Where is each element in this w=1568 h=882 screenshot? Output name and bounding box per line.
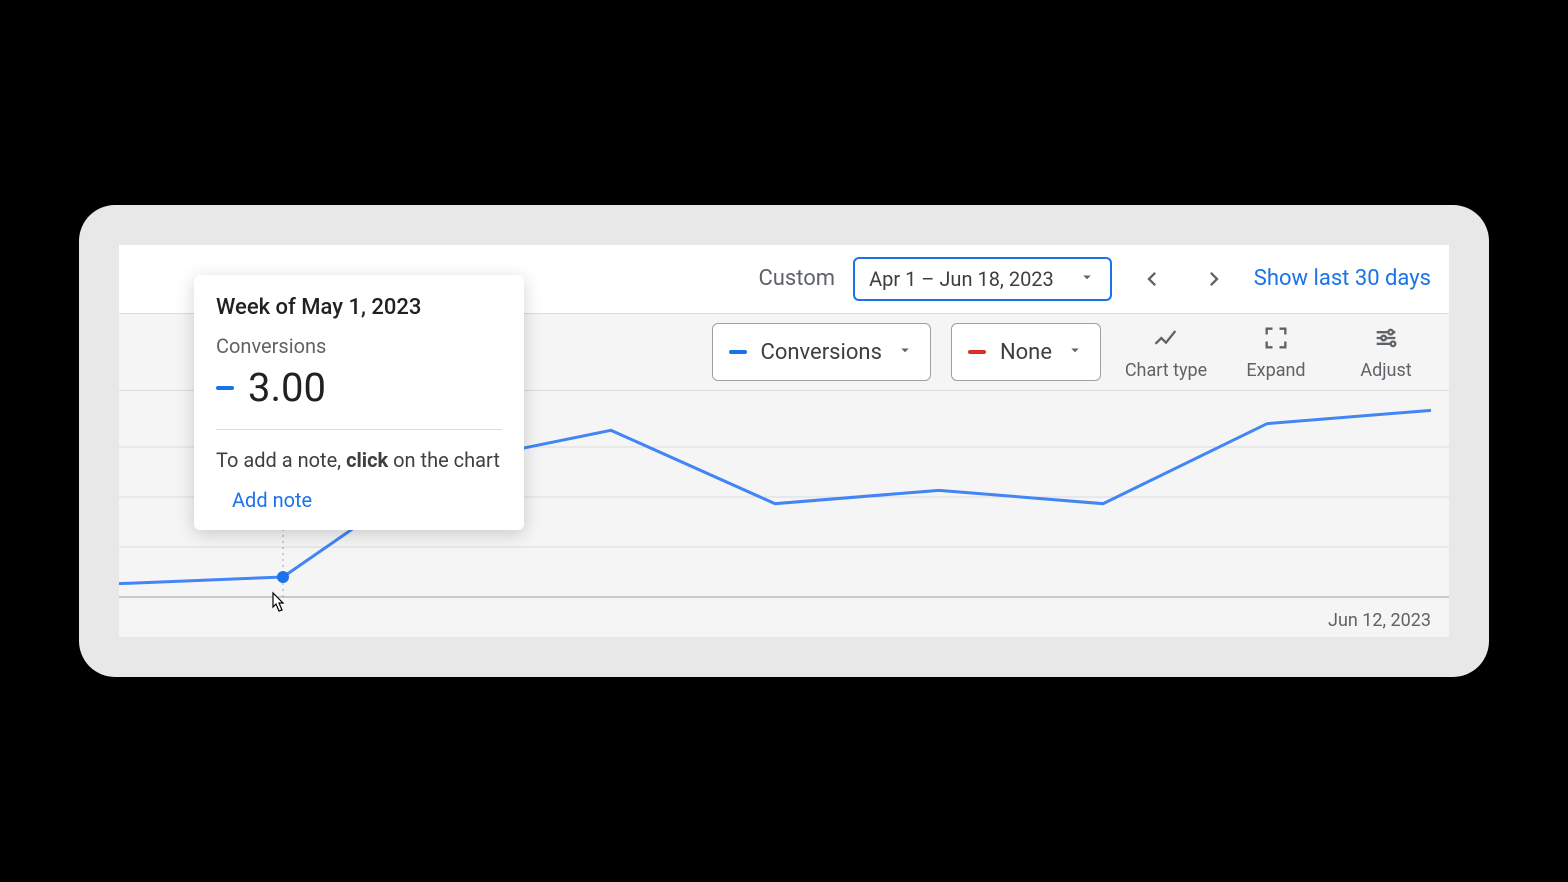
custom-label: Custom bbox=[758, 266, 835, 291]
metric-2-label: None bbox=[1000, 340, 1052, 365]
adjust-button[interactable]: Adjust bbox=[1341, 324, 1431, 381]
show-last-30-days-link[interactable]: Show last 30 days bbox=[1254, 266, 1431, 291]
tooltip-metric-name: Conversions bbox=[216, 334, 502, 358]
next-period-button[interactable] bbox=[1192, 257, 1236, 301]
date-range-text: Apr 1 – Jun 18, 2023 bbox=[869, 267, 1054, 291]
metric-1-select[interactable]: Conversions bbox=[712, 323, 931, 381]
panel: Custom Apr 1 – Jun 18, 2023 Show last 30… bbox=[119, 245, 1449, 637]
add-note-link[interactable]: Add note bbox=[216, 488, 502, 512]
tooltip-color-swatch bbox=[216, 386, 234, 390]
tooltip-title: Week of May 1, 2023 bbox=[216, 295, 502, 320]
chart-area[interactable]: Jun 12, 2023 Week of May 1, 2023 Convers… bbox=[119, 391, 1449, 637]
expand-label: Expand bbox=[1246, 360, 1305, 381]
metric-1-color-swatch bbox=[729, 350, 747, 354]
chevron-down-icon bbox=[1078, 268, 1096, 290]
metric-1-label: Conversions bbox=[761, 340, 882, 365]
chart-tooltip: Week of May 1, 2023 Conversions 3.00 To … bbox=[194, 275, 524, 530]
tooltip-value-row: 3.00 bbox=[216, 364, 502, 430]
chevron-down-icon bbox=[1066, 341, 1084, 363]
chart-type-button[interactable]: Chart type bbox=[1121, 324, 1211, 381]
x-axis-end-tick: Jun 12, 2023 bbox=[1328, 610, 1431, 631]
tooltip-hint: To add a note, click on the chart bbox=[216, 448, 502, 472]
expand-icon bbox=[1262, 324, 1290, 356]
metric-2-color-swatch bbox=[968, 350, 986, 354]
adjust-label: Adjust bbox=[1360, 360, 1411, 381]
prev-period-button[interactable] bbox=[1130, 257, 1174, 301]
date-range-picker[interactable]: Apr 1 – Jun 18, 2023 bbox=[853, 257, 1112, 301]
expand-button[interactable]: Expand bbox=[1231, 324, 1321, 381]
outer-card: Custom Apr 1 – Jun 18, 2023 Show last 30… bbox=[79, 205, 1489, 677]
tooltip-value: 3.00 bbox=[248, 364, 326, 411]
metric-2-select[interactable]: None bbox=[951, 323, 1101, 381]
chevron-down-icon bbox=[896, 341, 914, 363]
chart-type-icon bbox=[1152, 324, 1180, 356]
chart-type-label: Chart type bbox=[1125, 360, 1207, 381]
adjust-icon bbox=[1372, 324, 1400, 356]
